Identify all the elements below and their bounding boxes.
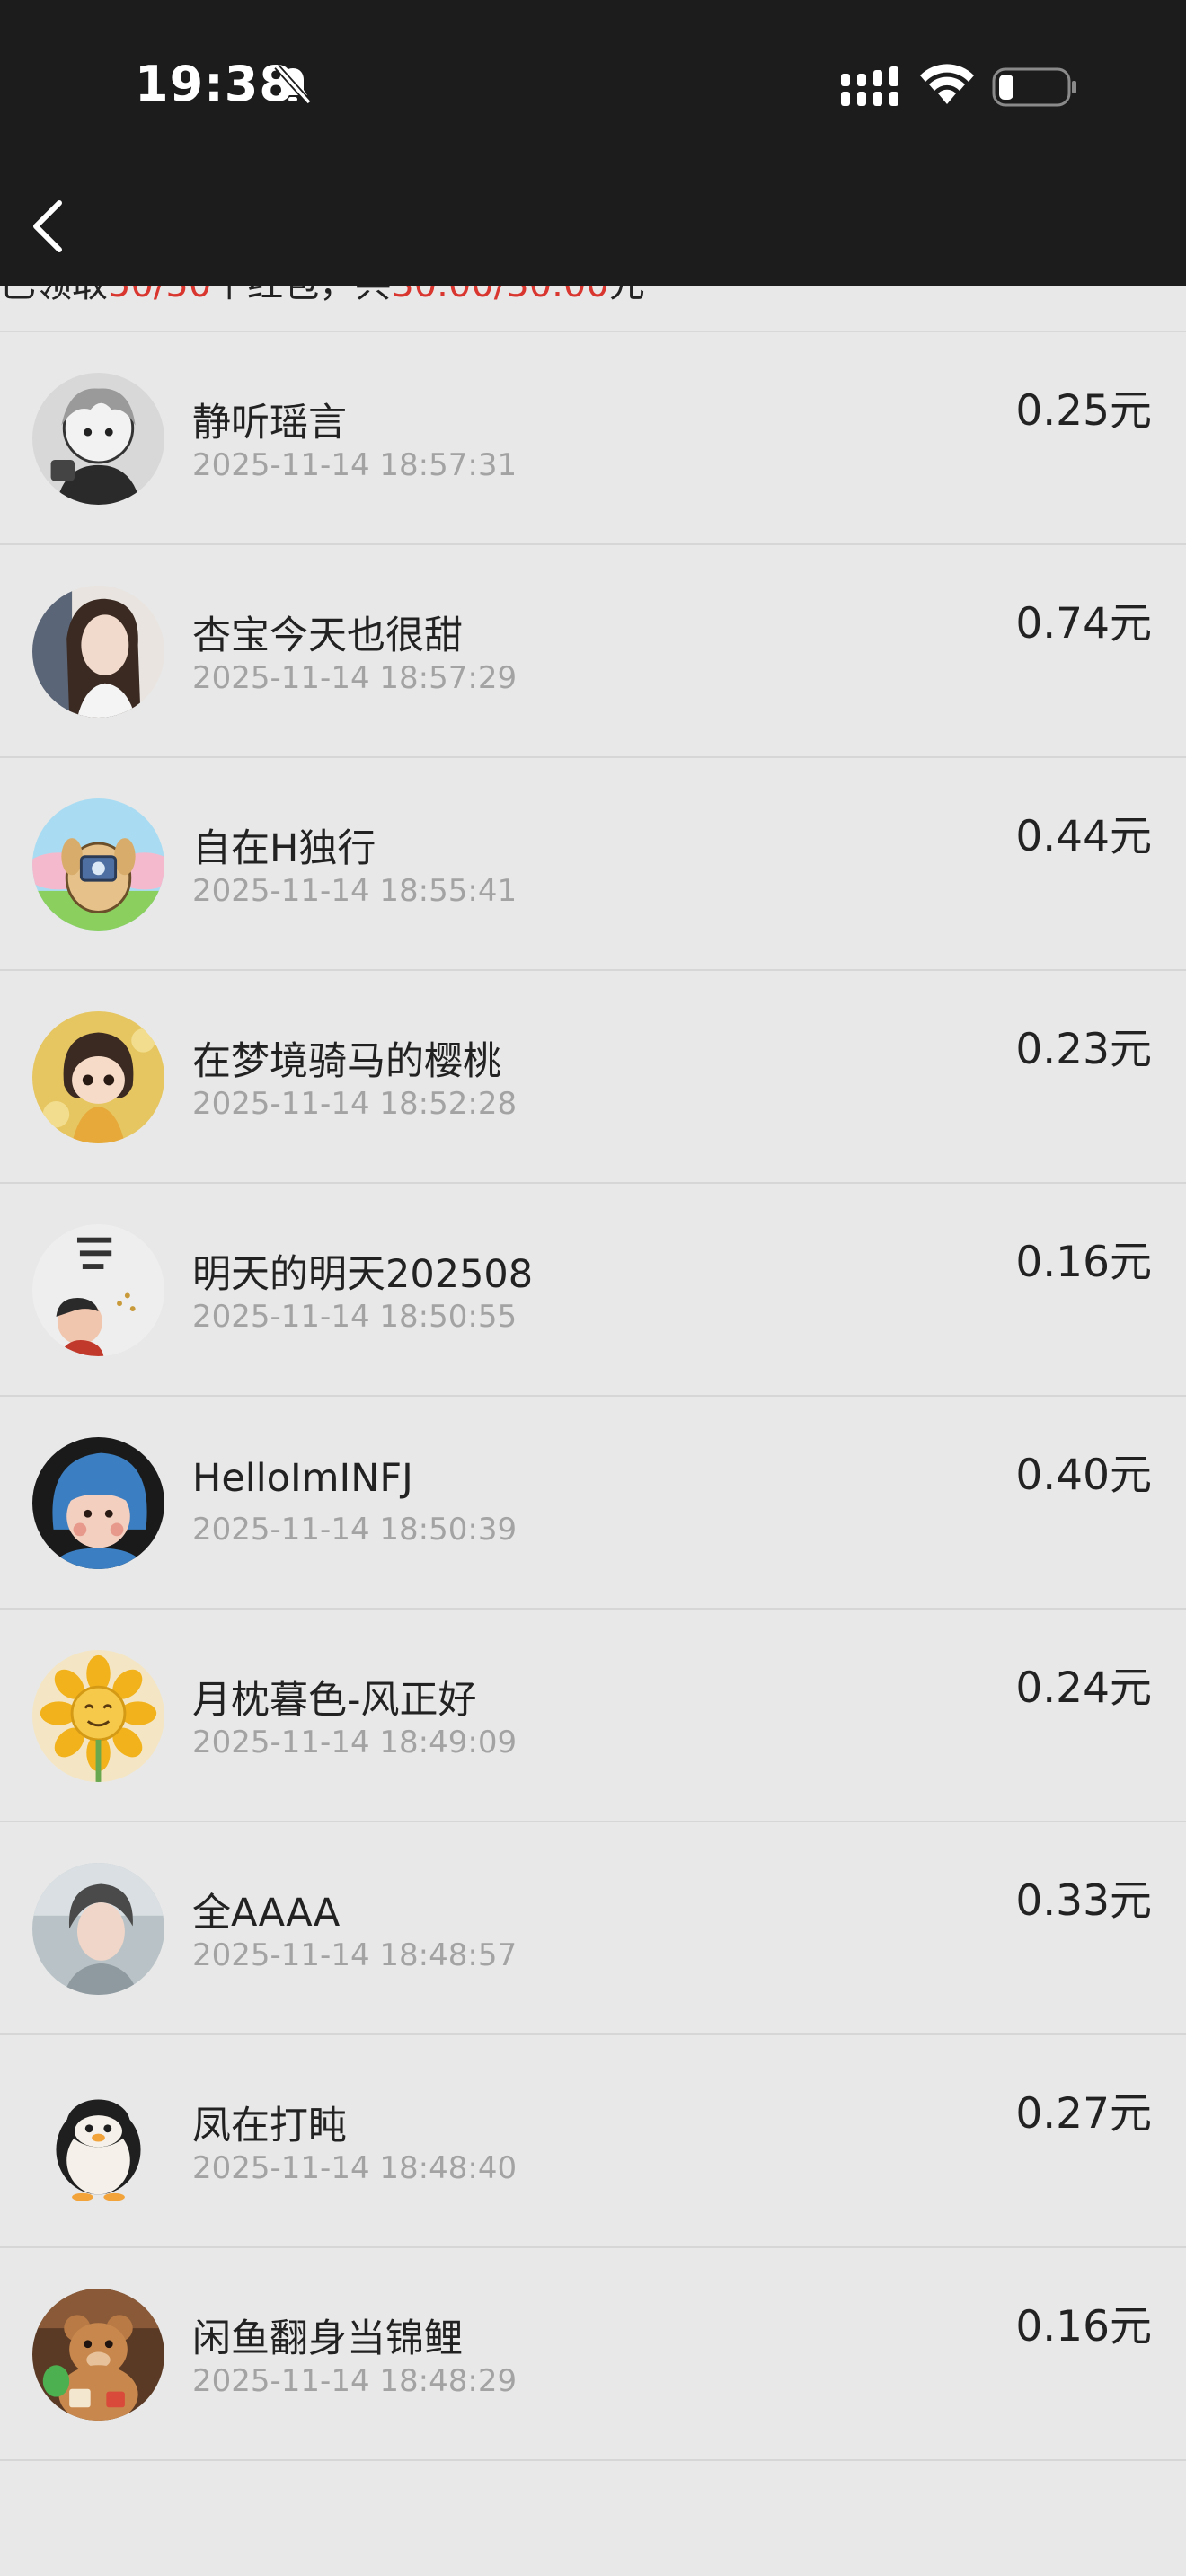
wifi-icon — [920, 64, 974, 104]
child-blue-hood-avatar — [32, 1437, 164, 1569]
record-time: 2025-11-14 18:49:09 — [192, 1725, 518, 1760]
record-amount: 0.74元 — [1015, 599, 1152, 648]
record-name: 凤在打盹 — [192, 2104, 347, 2148]
bell-muted-icon — [274, 64, 312, 105]
record-time: 2025-11-14 18:48:40 — [192, 2150, 518, 2186]
record-row[interactable]: 杏宝今天也很甜 2025-11-14 18:57:29 0.74元 — [0, 545, 1186, 758]
record-row[interactable]: 闲鱼翻身当锦鲤 2025-11-14 18:48:29 0.16元 — [0, 2248, 1186, 2461]
penguin-avatar — [32, 2076, 164, 2208]
record-row[interactable]: 凤在打盹 2025-11-14 18:48:40 0.27元 — [0, 2035, 1186, 2248]
record-amount: 0.16元 — [1015, 1238, 1152, 1287]
record-time: 2025-11-14 18:57:31 — [192, 447, 518, 483]
record-name: 闲鱼翻身当锦鲤 — [192, 2316, 463, 2361]
record-time: 2025-11-14 18:50:39 — [192, 1512, 518, 1548]
child-illustration-avatar — [32, 1224, 164, 1356]
record-time: 2025-11-14 18:52:28 — [192, 1086, 518, 1122]
record-name: HelloImINFJ — [192, 1456, 413, 1501]
record-amount: 0.24元 — [1015, 1663, 1152, 1713]
record-name: 杏宝今天也很甜 — [192, 613, 463, 658]
cartoon-girl-avatar — [32, 1011, 164, 1143]
record-list: 静听瑶言 2025-11-14 18:57:31 0.25元 杏宝今天也很甜 2… — [0, 332, 1186, 2461]
record-amount: 0.23元 — [1015, 1025, 1152, 1074]
record-amount: 0.27元 — [1015, 2089, 1152, 2139]
man-portrait-avatar — [32, 1863, 164, 1995]
record-row[interactable]: 自在H独行 2025-11-14 18:55:41 0.44元 — [0, 758, 1186, 971]
top-bar: 19:38 — [0, 0, 1186, 286]
record-row[interactable]: 静听瑶言 2025-11-14 18:57:31 0.25元 — [0, 332, 1186, 545]
record-row[interactable]: HelloImINFJ 2025-11-14 18:50:39 0.40元 — [0, 1397, 1186, 1610]
sunflower-face-avatar — [32, 1650, 164, 1782]
record-amount: 0.40元 — [1015, 1451, 1152, 1500]
record-name: 自在H独行 — [192, 826, 376, 871]
record-time: 2025-11-14 18:57:29 — [192, 660, 518, 696]
status-time: 19:38 — [135, 56, 294, 112]
record-amount: 0.16元 — [1015, 2302, 1152, 2351]
record-amount: 0.33元 — [1015, 1876, 1152, 1926]
cellular-signal-icon — [841, 66, 898, 106]
record-row[interactable]: 明天的明天202508 2025-11-14 18:50:55 0.16元 — [0, 1184, 1186, 1397]
record-row[interactable]: 全AAAA 2025-11-14 18:48:57 0.33元 — [0, 1822, 1186, 2035]
record-name: 在梦境骑马的樱桃 — [192, 1039, 501, 1084]
back-button[interactable] — [22, 192, 75, 260]
woman-portrait-avatar — [32, 586, 164, 718]
cartoon-dog-camera-avatar — [32, 798, 164, 931]
record-name: 月枕暮色-风正好 — [192, 1678, 477, 1723]
record-name: 全AAAA — [192, 1891, 341, 1936]
record-time: 2025-11-14 18:48:57 — [192, 1937, 518, 1973]
battery-icon — [992, 67, 1076, 107]
anime-character-avatar — [32, 373, 164, 505]
record-name: 静听瑶言 — [192, 401, 347, 446]
record-time: 2025-11-14 18:55:41 — [192, 873, 518, 909]
record-amount: 0.44元 — [1015, 812, 1152, 861]
teddy-bear-avatar — [32, 2289, 164, 2421]
record-time: 2025-11-14 18:48:29 — [192, 2363, 518, 2399]
record-row[interactable]: 月枕暮色-风正好 2025-11-14 18:49:09 0.24元 — [0, 1610, 1186, 1822]
record-amount: 0.25元 — [1015, 386, 1152, 436]
record-time: 2025-11-14 18:50:55 — [192, 1299, 518, 1335]
record-row[interactable]: 在梦境骑马的樱桃 2025-11-14 18:52:28 0.23元 — [0, 971, 1186, 1184]
record-name: 明天的明天202508 — [192, 1252, 534, 1297]
red-packet-records-screen: 已领取50/50个红包，共30.00/30.00元 19:38 — [0, 0, 1186, 2576]
